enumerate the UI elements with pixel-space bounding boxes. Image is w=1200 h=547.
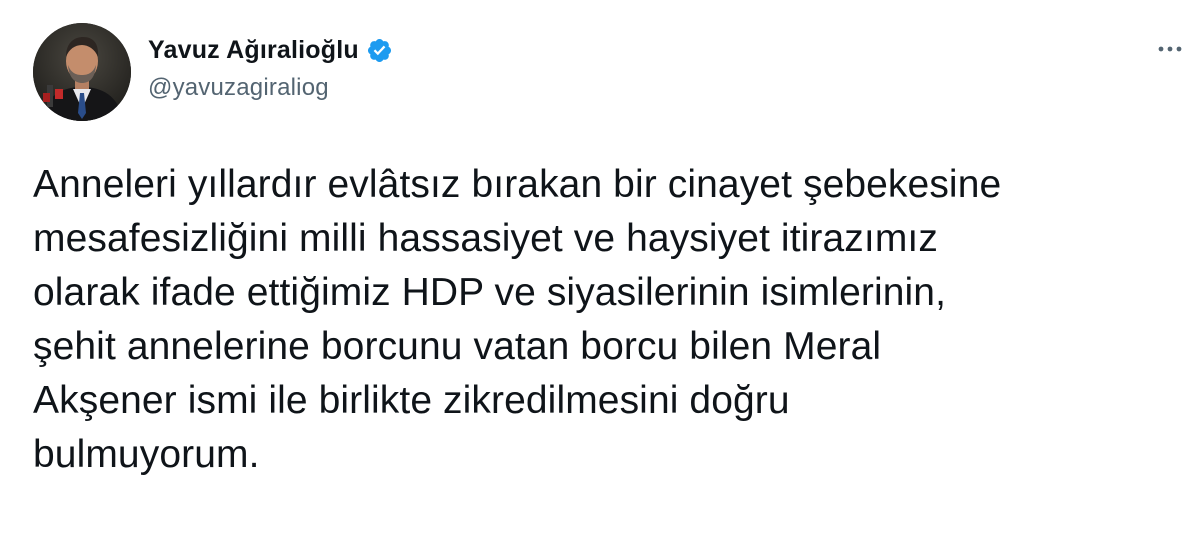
tweet-text-line: bulmuyorum. [33,433,260,476]
verified-badge-icon [366,37,393,64]
author-info: Yavuz Ağıralioğlu @yavuzagiraliog [148,34,393,102]
author-handle[interactable]: @yavuzagiraliog [148,74,393,102]
tweet-card: Yavuz Ağıralioğlu @yavuzagiraliog Annele… [0,0,1200,547]
profile-photo [33,23,131,121]
more-options-icon[interactable] [1155,34,1185,64]
tweet-text-line: mesafesizliğini milli hassasiyet ve hays… [33,217,938,260]
tweet-body: Anneleri yıllardır evlâtsız bırakan bir … [33,158,1163,482]
tweet-text-line: Akşener ismi ile birlikte zikredilmesini… [33,379,790,422]
avatar[interactable] [33,23,131,121]
author-display-name[interactable]: Yavuz Ağıralioğlu [148,36,359,65]
name-row: Yavuz Ağıralioğlu [148,34,393,66]
tweet-text-line: olarak ifade ettiğimiz HDP ve siyasileri… [33,271,947,314]
tweet-text-line: Anneleri yıllardır evlâtsız bırakan bir … [33,163,1002,206]
tweet-text-line: şehit annelerine borcunu vatan borcu bil… [33,325,882,368]
